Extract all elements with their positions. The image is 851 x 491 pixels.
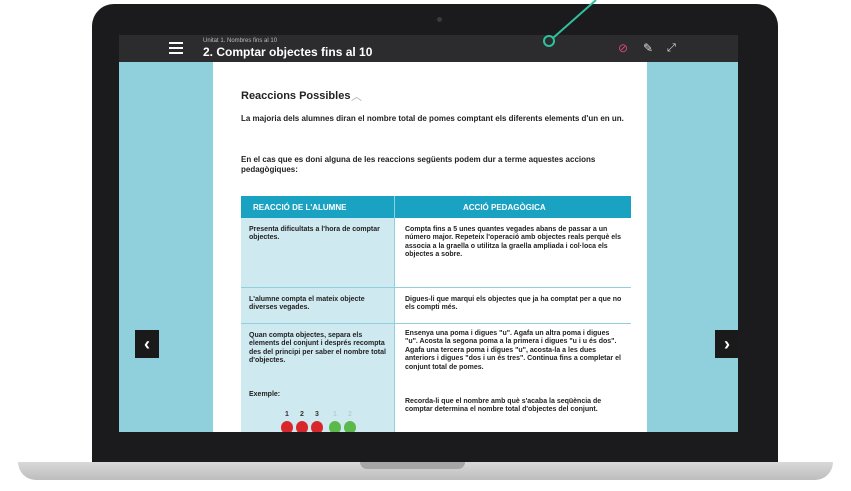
table-row: Presenta dificultats a l'hora de comptar… bbox=[241, 218, 631, 288]
camera-icon bbox=[437, 17, 442, 22]
action-cell: Recorda-li que el nombre amb què s'acaba… bbox=[405, 398, 602, 414]
chevron-up-icon[interactable]: ︿ bbox=[351, 88, 362, 104]
table-header: REACCIÓ DE L'ALUMNE ACCIÓ PEDAGÒGICA bbox=[241, 196, 631, 218]
ban-icon[interactable]: ⊘ bbox=[618, 41, 628, 55]
action-cell: Digues-li que marqui els objectes que ja… bbox=[405, 296, 622, 312]
apple-number: 3 bbox=[315, 411, 319, 418]
red-apple-icon bbox=[296, 421, 308, 432]
fullscreen-icon[interactable]: ⤢ bbox=[667, 41, 676, 55]
red-apple-icon bbox=[311, 421, 323, 432]
unit-label: Unitat 1. Nombres fins al 10 bbox=[203, 38, 278, 44]
red-apple-icon bbox=[281, 421, 293, 432]
previous-page-button[interactable]: ‹ bbox=[135, 330, 159, 358]
reaction-cell: L'alumne compta el mateix objecte divers… bbox=[249, 296, 365, 312]
reaction-cell: Quan compta objectes, separa els element… bbox=[249, 332, 386, 365]
table-row: L'alumne compta el mateix objecte divers… bbox=[241, 288, 631, 324]
menu-icon[interactable] bbox=[169, 42, 183, 54]
table-row: Quan compta objectes, separa els element… bbox=[241, 324, 631, 432]
section-title: Reaccions Possibles bbox=[241, 90, 351, 102]
app-screen: Unitat 1. Nombres fins al 10 2. Comptar … bbox=[119, 35, 738, 432]
reaction-cell: Presenta dificultats a l'hora de comptar… bbox=[249, 226, 380, 242]
apple-number: 2 bbox=[300, 411, 304, 418]
apple-number: 2 bbox=[348, 411, 352, 418]
page-title: 2. Comptar objectes fins al 10 bbox=[203, 45, 373, 59]
pen-icon[interactable]: ✎ bbox=[643, 41, 653, 55]
example-label: Exemple: bbox=[249, 391, 281, 398]
reactions-table: REACCIÓ DE L'ALUMNE ACCIÓ PEDAGÒGICA Pre… bbox=[241, 196, 631, 432]
content-page: Reaccions Possibles ︿ La majoria dels al… bbox=[213, 62, 647, 432]
green-apple-icon bbox=[329, 421, 341, 432]
intro-paragraph: La majoria dels alumnes diran el nombre … bbox=[241, 114, 624, 123]
apple-number: 1 bbox=[333, 411, 337, 418]
green-apple-icon bbox=[344, 421, 356, 432]
apples-illustration: 1 2 3 1 2 bbox=[281, 411, 381, 432]
laptop-notch bbox=[360, 462, 465, 469]
next-page-button[interactable]: › bbox=[715, 330, 738, 358]
column-header: ACCIÓ PEDAGÒGICA bbox=[463, 203, 546, 212]
instruction-paragraph: En el cas que es doni alguna de les reac… bbox=[241, 155, 596, 174]
column-header: REACCIÓ DE L'ALUMNE bbox=[253, 203, 347, 212]
apple-number: 1 bbox=[285, 411, 289, 418]
action-cell: Ensenya una poma i digues "u". Agafa un … bbox=[405, 330, 621, 371]
action-cell: Compta fins a 5 unes quantes vegades aba… bbox=[405, 226, 622, 259]
top-bar: Unitat 1. Nombres fins al 10 2. Comptar … bbox=[119, 35, 738, 62]
